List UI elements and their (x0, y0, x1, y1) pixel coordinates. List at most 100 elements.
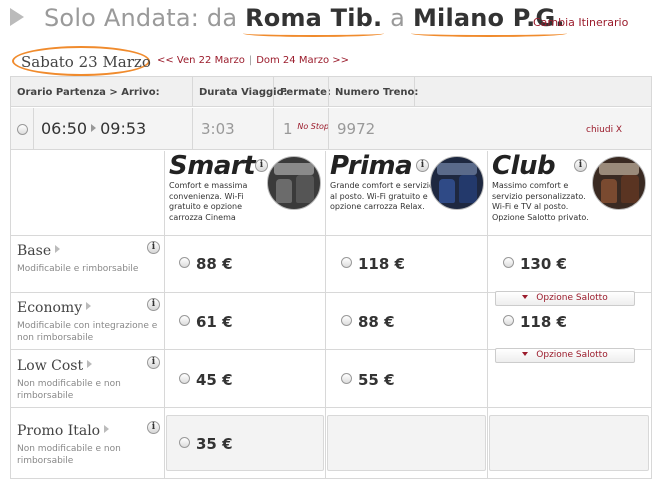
grid-line (11, 407, 651, 408)
salotto-option-button[interactable]: Opzione Salotto (495, 348, 635, 363)
thumbnail-seat (621, 175, 639, 203)
thumbnail-window (599, 163, 639, 175)
fare-name-economy-label: Economy (17, 300, 83, 316)
promo-cell-club-empty (489, 415, 649, 471)
origin-station: Roma Tib. (245, 4, 383, 32)
class-club: Club i Massimo comfort e servizio person… (488, 151, 651, 235)
price-value: 118 € (520, 313, 567, 331)
prima-seat-thumbnail-icon (430, 156, 484, 210)
fare-name-low-cost-label: Low Cost (17, 358, 84, 374)
triangle-down-icon (522, 295, 529, 299)
chevron-right-icon (104, 425, 110, 433)
arrival-time: 09:53 (100, 119, 147, 138)
price-radio[interactable] (179, 437, 190, 448)
info-icon[interactable]: i (416, 159, 429, 172)
thumbnail-window (437, 163, 477, 175)
date-nav-separator: | (248, 55, 253, 66)
route-prefix: Solo Andata: da (44, 4, 238, 32)
thumbnail-seat (276, 179, 292, 203)
class-name-smart: Smart (169, 151, 256, 181)
class-prima: Prima i Grande comfort e servizio al pos… (326, 151, 487, 235)
date-bar: Sabato 23 Marzo << Ven 22 Marzo | Dom 24 M… (0, 44, 660, 76)
chevron-right-icon (86, 302, 92, 310)
close-details-link[interactable]: chiudi X (586, 125, 622, 135)
price-radio[interactable] (341, 257, 352, 268)
route-title: Solo Andata: da Roma Tib. a Milano P.G. (44, 4, 565, 32)
price-radio[interactable] (341, 315, 352, 326)
info-icon[interactable]: i (574, 159, 587, 172)
price-radio[interactable] (179, 373, 190, 384)
price-option[interactable]: 45 € (179, 371, 233, 389)
row-divider (273, 108, 274, 150)
col-duration: Durata Viaggio: (199, 87, 288, 98)
price-option[interactable]: 88 € (341, 313, 395, 331)
price-option[interactable]: 55 € (341, 371, 395, 389)
row-divider (192, 108, 193, 150)
table-header: Orario Partenza > Arrivo: Durata Viaggio… (11, 77, 651, 107)
fare-name-base[interactable]: Base (17, 243, 61, 259)
fare-desc-economy: Modificabile con integrazione e non rimb… (17, 321, 158, 343)
club-seat-thumbnail-icon (592, 156, 646, 210)
travel-duration: 3:03 (201, 120, 235, 138)
fare-name-promo-italo[interactable]: Promo Italo (17, 423, 110, 439)
triangle-down-icon (522, 352, 529, 356)
price-option[interactable]: 61 € (179, 313, 233, 331)
salotto-option-button[interactable]: Opzione Salotto (495, 291, 635, 306)
info-icon[interactable]: i (255, 159, 268, 172)
fare-desc-promo-italo: Non modificabile e non rimborsabile (17, 444, 121, 466)
fare-name-low-cost[interactable]: Low Cost (17, 358, 93, 374)
price-radio[interactable] (503, 257, 514, 268)
col-departure-arrival: Orario Partenza > Arrivo: (17, 87, 160, 98)
class-header-row: Smart i Comfort e massima convenienza. W… (11, 151, 651, 235)
class-name-club: Club (492, 151, 556, 181)
thumbnail-seat (439, 179, 455, 203)
col-divider (414, 77, 415, 107)
price-option[interactable]: 118 € (341, 255, 405, 273)
header-arrow-icon (10, 8, 24, 26)
salotto-option-label: Opzione Salotto (536, 350, 608, 360)
train-row[interactable]: 06:50 09:53 3:03 1 No Stop 9972 chiudi X (11, 108, 651, 150)
train-select-radio[interactable] (17, 124, 28, 135)
price-radio[interactable] (179, 257, 190, 268)
thumbnail-seat (601, 179, 617, 203)
info-icon[interactable]: i (147, 298, 160, 311)
info-icon[interactable]: i (147, 421, 160, 434)
selected-date-label: Sabato 23 Marzo (21, 53, 151, 71)
thumbnail-seat (296, 175, 314, 203)
salotto-option-label: Opzione Salotto (536, 293, 608, 303)
col-divider (192, 77, 193, 107)
arrow-right-icon (91, 124, 97, 132)
info-icon[interactable]: i (147, 356, 160, 369)
price-radio[interactable] (503, 315, 514, 326)
selected-date: Sabato 23 Marzo (12, 46, 151, 76)
change-itinerary-link[interactable]: Cambia Itinerario (533, 16, 628, 29)
price-value: 88 € (196, 255, 233, 273)
route-connector: a (390, 4, 406, 32)
info-icon[interactable]: i (147, 241, 160, 254)
thumbnail-window (274, 163, 314, 175)
train-times: 06:50 09:53 (41, 119, 146, 138)
price-option[interactable]: 130 € (503, 255, 567, 273)
price-option[interactable]: 118 € (503, 313, 567, 331)
train-number: 9972 (337, 120, 376, 138)
price-value: 45 € (196, 371, 233, 389)
col-divider (273, 77, 274, 107)
col-train-number: Numero Treno: (335, 87, 419, 98)
class-desc-prima: Grande comfort e servizio al posto. Wi-F… (330, 181, 434, 211)
chevron-right-icon (87, 360, 93, 368)
price-value: 118 € (358, 255, 405, 273)
next-day-link[interactable]: Dom 24 Marzo >> (256, 55, 349, 66)
price-option[interactable]: 35 € (179, 435, 233, 453)
fare-desc-low-cost: Non modificabile e non rimborsabile (17, 379, 121, 401)
price-radio[interactable] (179, 315, 190, 326)
date-navigation: << Ven 22 Marzo | Dom 24 Marzo >> (157, 55, 349, 66)
fare-desc-base: Modificabile e rimborsabile (17, 264, 139, 274)
prev-day-link[interactable]: << Ven 22 Marzo (157, 55, 245, 66)
price-radio[interactable] (341, 373, 352, 384)
price-value: 61 € (196, 313, 233, 331)
fare-name-base-label: Base (17, 243, 52, 259)
fare-name-economy[interactable]: Economy (17, 300, 92, 316)
row-divider (328, 108, 329, 150)
price-value: 130 € (520, 255, 567, 273)
price-option[interactable]: 88 € (179, 255, 233, 273)
